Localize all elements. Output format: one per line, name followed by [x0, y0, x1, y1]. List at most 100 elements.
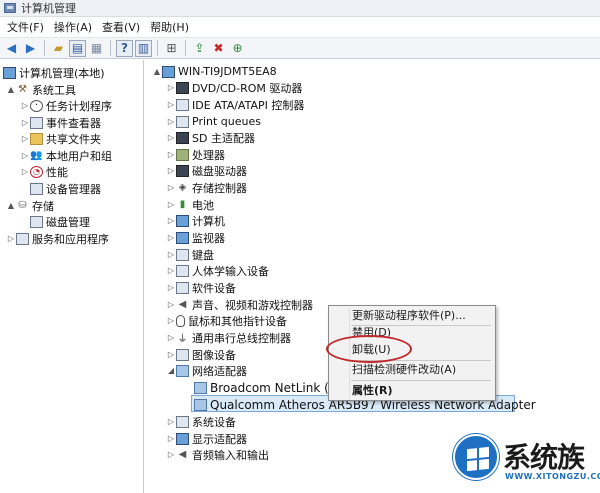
expand-arrow-icon[interactable]: ▷ — [166, 83, 176, 92]
expand-arrow-icon[interactable]: ▷ — [166, 133, 176, 142]
expand-arrow-icon[interactable]: ▷ — [166, 117, 176, 126]
device-broadcom-netlink[interactable]: Broadcom NetLink (T — [194, 379, 336, 396]
expand-arrow-icon[interactable]: ▷ — [166, 233, 176, 242]
collapse-arrow-icon[interactable]: ▲ — [6, 85, 16, 94]
expand-arrow-icon[interactable]: ▷ — [166, 100, 176, 109]
forward-arrow-icon[interactable]: ▶ — [22, 40, 39, 57]
network-adapter-icon — [194, 381, 207, 394]
expand-arrow-icon[interactable]: ▷ — [166, 266, 176, 275]
battery-icon: ▮ — [179, 199, 186, 210]
ide-controller-icon — [176, 98, 189, 111]
device-category-display-adapters[interactable]: ▷ 显示适配器 — [166, 430, 247, 447]
device-category-dvd[interactable]: ▷ DVD/CD-ROM 驱动器 — [166, 79, 302, 96]
device-category-sd[interactable]: ▷ SD 主适配器 — [166, 129, 255, 146]
expand-arrow-icon[interactable]: ▷ — [166, 283, 176, 292]
menu-file[interactable]: 文件(F) — [2, 18, 49, 37]
properties-icon[interactable]: ▥ — [135, 39, 152, 57]
network-adapter-icon — [194, 398, 207, 411]
expand-arrow-icon[interactable]: ▷ — [166, 417, 176, 426]
device-category-audio-io[interactable]: ▷ ◀ 音频输入和输出 — [166, 446, 269, 463]
performance-icon: ◔ — [30, 165, 43, 178]
device-category-imaging[interactable]: ▷ 图像设备 — [166, 346, 236, 363]
tree-item-event-viewer[interactable]: ▷ 事件查看器 — [20, 114, 101, 131]
watermark-url: WWW.XITONGZU.COM — [505, 472, 600, 481]
device-category-system-devices[interactable]: ▷ 系统设备 — [166, 413, 236, 430]
clock-icon: · — [30, 99, 43, 112]
expand-arrow-icon[interactable]: ▷ — [166, 300, 176, 309]
device-category-monitors[interactable]: ▷ 监视器 — [166, 229, 225, 246]
expand-arrow-icon[interactable]: ▷ — [166, 333, 176, 342]
device-manager-icon — [30, 182, 43, 195]
device-category-ide[interactable]: ▷ IDE ATA/ATAPI 控制器 — [166, 96, 304, 113]
tree-item-performance[interactable]: ▷ ◔ 性能 — [20, 163, 68, 180]
toolbar: ◀ ▶ ▰ ▤ ▦ ? ▥ ⊞ ⇪ ✖ ⊕ — [0, 37, 600, 59]
expand-arrow-icon[interactable]: ▷ — [20, 151, 30, 160]
menu-properties[interactable]: 属性(R) — [352, 383, 393, 399]
tree-item-device-manager[interactable]: 设备管理器 — [30, 180, 101, 197]
device-category-network-adapters[interactable]: ◢ 网络适配器 — [166, 362, 247, 379]
expand-arrow-icon[interactable]: ▷ — [166, 434, 176, 443]
uninstall-highlight-circle — [326, 335, 412, 363]
device-tree-root[interactable]: ▲ WIN-TI9JDMT5EA8 — [152, 63, 277, 80]
help-icon[interactable]: ? — [116, 39, 133, 57]
uninstall-device-icon[interactable]: ✖ — [210, 40, 227, 57]
menu-view[interactable]: 查看(V) — [97, 18, 145, 37]
up-folder-icon[interactable]: ▰ — [50, 40, 67, 57]
expand-arrow-icon[interactable]: ▷ — [166, 350, 176, 359]
collapse-arrow-icon[interactable]: ◢ — [166, 366, 176, 375]
expand-arrow-icon[interactable]: ▷ — [20, 101, 30, 110]
show-hide-tree-icon[interactable]: ▤ — [69, 39, 86, 57]
computer-management-icon — [3, 66, 16, 79]
expand-arrow-icon[interactable]: ▷ — [6, 234, 16, 243]
device-category-software-devices[interactable]: ▷ 软件设备 — [166, 279, 236, 296]
expand-arrow-icon[interactable]: ▷ — [20, 134, 30, 143]
device-category-storage-controllers[interactable]: ▷ ◈ 存储控制器 — [166, 179, 247, 196]
expand-arrow-icon[interactable]: ▷ — [166, 150, 176, 159]
computer-icon — [176, 214, 189, 227]
device-category-battery[interactable]: ▷ ▮ 电池 — [166, 196, 214, 213]
watermark-brand: 系统族 — [503, 441, 585, 474]
menu-update-driver[interactable]: 更新驱动程序软件(P)... — [352, 308, 466, 324]
tree-item-computer-management[interactable]: 计算机管理(本地) — [3, 64, 105, 81]
tree-item-storage[interactable]: ▲ ⛁ 存储 — [6, 197, 54, 214]
expand-arrow-icon[interactable]: ▷ — [166, 166, 176, 175]
expand-arrow-icon[interactable]: ▷ — [20, 167, 30, 176]
device-category-usb[interactable]: ▷ ⏚ 通用串行总线控制器 — [166, 329, 291, 346]
tree-item-disk-management[interactable]: 磁盘管理 — [30, 213, 90, 230]
device-category-keyboards[interactable]: ▷ 键盘 — [166, 246, 214, 263]
expand-arrow-icon[interactable]: ▷ — [166, 450, 176, 459]
menu-help[interactable]: 帮助(H) — [145, 18, 194, 37]
device-category-disk-drives[interactable]: ▷ 磁盘驱动器 — [166, 162, 247, 179]
tree-item-services-apps[interactable]: ▷ 服务和应用程序 — [6, 230, 109, 247]
processor-icon — [176, 148, 189, 161]
enable-device-icon[interactable]: ⊕ — [229, 40, 246, 57]
device-category-sound[interactable]: ▷ ◀ 声音、视频和游戏控制器 — [166, 296, 313, 313]
menu-scan-hardware[interactable]: 扫描检测硬件改动(A) — [352, 362, 456, 378]
expand-arrow-icon[interactable]: ▷ — [166, 250, 176, 259]
collapse-arrow-icon[interactable]: ▲ — [6, 201, 16, 210]
event-viewer-icon — [30, 116, 43, 129]
expand-arrow-icon[interactable]: ▷ — [20, 118, 30, 127]
device-category-print-queues[interactable]: ▷ Print queues — [166, 113, 261, 130]
collapse-arrow-icon[interactable]: ▲ — [152, 67, 162, 76]
expand-arrow-icon[interactable]: ▷ — [166, 200, 176, 209]
device-category-mice[interactable]: ▷ 鼠标和其他指针设备 — [166, 312, 287, 329]
expand-arrow-icon[interactable]: ▷ — [166, 183, 176, 192]
shared-folder-icon — [30, 132, 43, 145]
device-category-hid[interactable]: ▷ 人体学输入设备 — [166, 262, 269, 279]
expand-arrow-icon[interactable]: ▷ — [166, 316, 176, 325]
tree-item-system-tools[interactable]: ▲ ⚒ 系统工具 — [6, 81, 76, 98]
device-category-processor[interactable]: ▷ 处理器 — [166, 146, 225, 163]
tree-item-task-scheduler[interactable]: ▷ · 任务计划程序 — [20, 97, 112, 114]
system-device-icon — [176, 415, 189, 428]
scan-hardware-icon[interactable]: ⊞ — [163, 40, 180, 57]
tree-item-shared-folders[interactable]: ▷ 共享文件夹 — [20, 130, 101, 147]
export-list-icon[interactable]: ▦ — [88, 40, 105, 57]
update-driver-icon[interactable]: ⇪ — [191, 40, 208, 57]
back-arrow-icon[interactable]: ◀ — [3, 40, 20, 57]
menu-action[interactable]: 操作(A) — [49, 18, 97, 37]
expand-arrow-icon[interactable]: ▷ — [166, 216, 176, 225]
device-category-computer[interactable]: ▷ 计算机 — [166, 212, 225, 229]
tree-item-local-users[interactable]: ▷ 👥 本地用户和组 — [20, 147, 112, 164]
toolbar-separator — [44, 40, 45, 56]
